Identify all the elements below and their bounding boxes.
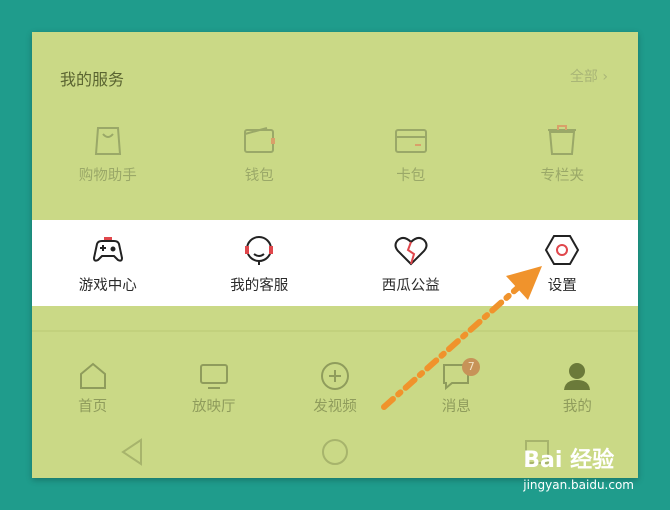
system-back-button[interactable] [32, 432, 234, 472]
card-icon [394, 129, 427, 153]
heart-icon [394, 236, 428, 266]
service-settings[interactable]: 设置 [487, 220, 639, 306]
section-title: 我的服务 [60, 70, 125, 89]
service-label: 我的客服 [230, 278, 289, 294]
nav-label: 我的 [562, 399, 592, 415]
nav-label: 消息 [441, 399, 471, 415]
service-customer-service[interactable]: 我的客服 [184, 220, 336, 306]
nav-label: 发视频 [313, 399, 357, 415]
column-folder-icon [548, 125, 577, 155]
service-label: 西瓜公益 [381, 278, 440, 294]
service-label: 游戏中心 [78, 278, 137, 294]
see-all-link[interactable]: 全部 › [570, 66, 608, 86]
nav-messages[interactable]: 7 消息 [396, 358, 517, 420]
back-icon [121, 438, 142, 466]
home-icon [79, 362, 106, 389]
add-circle-icon [321, 362, 349, 390]
service-label: 卡包 [396, 168, 426, 184]
bottom-nav: 首页 放映厅 发视频 7 消息 我的 [32, 358, 638, 420]
service-label: 专栏夹 [540, 168, 585, 184]
system-home-button[interactable] [234, 432, 436, 472]
nav-profile[interactable]: 我的 [517, 360, 638, 420]
service-label: 购物助手 [78, 168, 137, 184]
services-row-2: 游戏中心 我的客服 西瓜公益 设置 [32, 220, 638, 306]
service-shopping-assistant[interactable]: 购物助手 [32, 120, 184, 210]
watermark-url: jingyan.baidu.com [523, 478, 634, 492]
nav-label: 首页 [78, 399, 108, 415]
shopping-bag-icon [94, 127, 121, 155]
nav-label: 放映厅 [192, 399, 236, 415]
tv-icon [199, 364, 228, 389]
divider [32, 330, 638, 332]
watermark-brand: Bai 经验 [523, 442, 634, 474]
nav-theater[interactable]: 放映厅 [153, 360, 274, 420]
watermark-brand-text: Bai 经验 [523, 448, 615, 473]
services-row-1: 购物助手 钱包 卡包 专栏夹 [32, 120, 638, 210]
gamepad-icon [92, 237, 123, 262]
headset-icon [245, 236, 274, 265]
nav-home[interactable]: 首页 [32, 360, 153, 420]
user-icon [564, 363, 591, 390]
wallet-icon [244, 127, 276, 153]
service-label: 设置 [547, 278, 577, 294]
home-circle-icon [322, 439, 348, 465]
service-panel: 我的服务 全部 › 购物助手 钱包 卡包 专栏夹 游戏中心 我的客服 西瓜公益 … [32, 32, 638, 478]
service-card-pack[interactable]: 卡包 [335, 120, 487, 210]
service-wallet[interactable]: 钱包 [184, 120, 336, 210]
baidu-watermark: Bai 经验 jingyan.baidu.com [523, 442, 634, 492]
nav-post-video[interactable]: 发视频 [274, 360, 395, 420]
hex-settings-icon [545, 235, 580, 265]
service-label: 钱包 [244, 168, 274, 184]
service-game-center[interactable]: 游戏中心 [32, 220, 184, 306]
service-xigua-charity[interactable]: 西瓜公益 [335, 220, 487, 306]
service-column-folder[interactable]: 专栏夹 [487, 120, 639, 210]
message-badge: 7 [462, 358, 481, 376]
